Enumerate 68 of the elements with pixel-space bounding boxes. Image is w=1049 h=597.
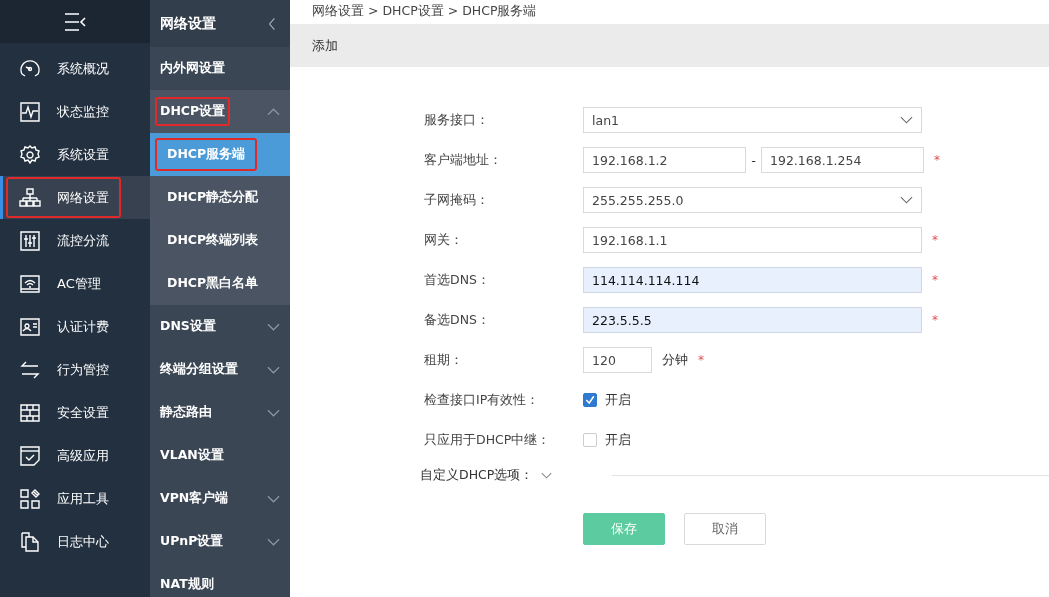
- check-note-icon: [18, 443, 42, 468]
- sliders-icon: [18, 228, 42, 253]
- sidebar-item[interactable]: 流控分流: [0, 219, 150, 262]
- unit-label: 分钟: [662, 351, 688, 369]
- select-field[interactable]: 255.255.255.0: [583, 187, 922, 213]
- field-label: 子网掩码：: [424, 191, 490, 209]
- sidebar-item[interactable]: AC管理: [0, 262, 150, 305]
- section-toggle[interactable]: 自定义DHCP选项：: [420, 466, 534, 484]
- input-field[interactable]: 223.5.5.5: [583, 307, 922, 333]
- field-label: 网关：: [424, 231, 464, 249]
- submenu-subitem[interactable]: DHCP终端列表: [150, 219, 290, 262]
- chevron-icon[interactable]: [541, 471, 553, 479]
- documents-icon: [18, 529, 42, 554]
- sidebar-item[interactable]: 高级应用: [0, 434, 150, 477]
- submenu-item[interactable]: 终端分组设置: [150, 348, 290, 391]
- sidebar-item[interactable]: 应用工具: [0, 477, 150, 520]
- input-field[interactable]: 192.168.1.1: [583, 227, 922, 253]
- required-mark: *: [698, 353, 704, 367]
- dropdown-chevron-icon: [900, 196, 913, 204]
- sidebar-item[interactable]: 状态监控: [0, 90, 150, 133]
- submenu-subitem[interactable]: DHCP黑白名单: [150, 262, 290, 305]
- sidebar-item[interactable]: 认证计费: [0, 305, 150, 348]
- field-label: 只应用于DHCP中继：: [424, 431, 552, 449]
- required-mark: *: [932, 273, 938, 287]
- checkbox-label: 开启: [605, 431, 631, 449]
- submenu-item[interactable]: UPnP设置: [150, 520, 290, 563]
- input-field[interactable]: 192.168.1.2: [583, 147, 746, 173]
- select-field[interactable]: lan1: [583, 107, 922, 133]
- cancel-button[interactable]: 取消: [684, 513, 766, 545]
- checkbox[interactable]: [583, 433, 597, 447]
- submenu-item[interactable]: NAT规则: [150, 563, 290, 597]
- sidebar-item[interactable]: 网络设置: [0, 176, 150, 219]
- field-label: 首选DNS：: [424, 271, 491, 289]
- field-label: 检查接口IP有效性：: [424, 391, 541, 409]
- submenu-item[interactable]: DHCP设置: [150, 90, 290, 133]
- field-label: 租期：: [424, 351, 464, 369]
- sidebar-item[interactable]: 安全设置: [0, 391, 150, 434]
- field-label: 服务接口：: [424, 111, 490, 129]
- submenu-subitem[interactable]: DHCP静态分配: [150, 176, 290, 219]
- menu-collapse-icon[interactable]: [63, 11, 87, 32]
- range-separator: -: [750, 152, 757, 168]
- pulse-icon: [18, 99, 42, 124]
- dropdown-chevron-icon: [900, 116, 913, 124]
- back-chevron-icon[interactable]: [268, 16, 276, 31]
- field-label: 备选DNS：: [424, 311, 491, 329]
- field-label: 客户端地址：: [424, 151, 503, 169]
- sidebar-item[interactable]: 系统设置: [0, 133, 150, 176]
- checkbox-label: 开启: [605, 391, 631, 409]
- sidebar-item[interactable]: 日志中心: [0, 520, 150, 563]
- input-field[interactable]: 120: [583, 347, 652, 373]
- required-mark: *: [932, 233, 938, 247]
- sidebar-item[interactable]: 行为管控: [0, 348, 150, 391]
- required-mark: *: [934, 153, 940, 167]
- sitemap-icon: [18, 185, 42, 210]
- submenu-item[interactable]: DNS设置: [150, 305, 290, 348]
- breadcrumb: 网络设置 > DHCP设置 > DHCP服务端: [311, 2, 538, 20]
- submenu-item[interactable]: 静态路由: [150, 391, 290, 434]
- input-field[interactable]: 192.168.1.254: [761, 147, 924, 173]
- required-mark: *: [932, 313, 938, 327]
- submenu-title: 网络设置: [160, 14, 216, 33]
- submenu-item[interactable]: VLAN设置: [150, 434, 290, 477]
- checkbox[interactable]: [583, 393, 597, 407]
- submenu-item[interactable]: 内外网设置: [150, 47, 290, 90]
- submenu-item[interactable]: VPN客户端: [150, 477, 290, 520]
- panel-title: 添加: [312, 36, 338, 55]
- sidebar-item[interactable]: 系统概况: [0, 47, 150, 90]
- grid-tool-icon: [18, 486, 42, 511]
- input-field[interactable]: 114.114.114.114: [583, 267, 922, 293]
